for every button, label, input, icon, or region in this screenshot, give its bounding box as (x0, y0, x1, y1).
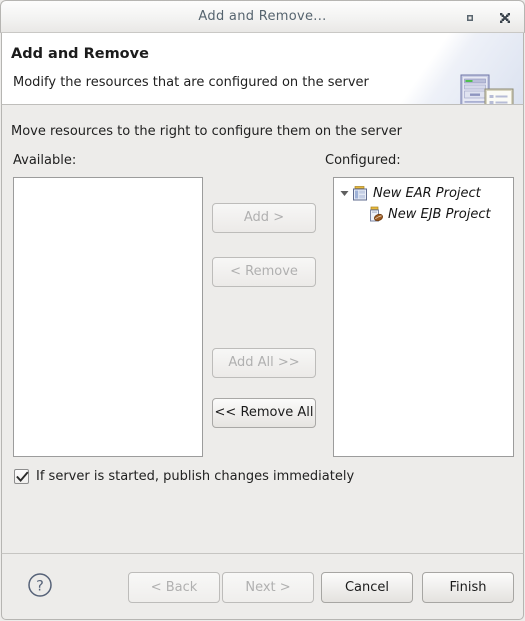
tree-item-ejb-project[interactable]: New EJB Project (334, 204, 513, 225)
page-title: Add and Remove (11, 46, 149, 62)
dialog-body: Move resources to the right to configure… (1, 105, 524, 553)
window-title: Add and Remove... (198, 9, 327, 24)
checkbox-label: If server is started, publish changes im… (36, 469, 355, 484)
back-button[interactable]: < Back (128, 572, 220, 603)
server-and-document-icon (457, 73, 519, 104)
remove-all-button[interactable]: << Remove All (212, 398, 316, 428)
tree-item-label: New EAR Project (373, 186, 481, 201)
finish-button[interactable]: Finish (422, 572, 514, 603)
ear-project-icon (351, 185, 369, 203)
next-button[interactable]: Next > (222, 572, 314, 603)
help-icon[interactable]: ? (27, 572, 53, 598)
add-button[interactable]: Add > (212, 203, 316, 233)
remove-button[interactable]: < Remove (212, 257, 316, 287)
available-list[interactable] (13, 177, 203, 457)
add-all-button[interactable]: Add All >> (212, 348, 316, 378)
instruction-text: Move resources to the right to configure… (11, 124, 402, 139)
maximize-icon[interactable] (463, 11, 477, 25)
checkbox-box[interactable] (14, 469, 29, 484)
add-and-remove-dialog: Add and Remove... Add and Remove Modify … (0, 0, 525, 621)
close-icon[interactable] (498, 11, 512, 25)
dialog-footer: ? < Back Next > Cancel Finish (1, 553, 524, 620)
available-label: Available: (13, 153, 77, 168)
svg-text:?: ? (36, 578, 44, 594)
tree-item-ear-project[interactable]: New EAR Project (334, 183, 513, 204)
chevron-down-icon[interactable] (337, 187, 351, 201)
ejb-project-icon (366, 206, 384, 224)
publish-immediately-checkbox[interactable]: If server is started, publish changes im… (14, 469, 354, 484)
tree-item-label: New EJB Project (388, 207, 491, 222)
cancel-button[interactable]: Cancel (321, 572, 413, 603)
check-icon (16, 471, 29, 483)
page-subtitle: Modify the resources that are configured… (13, 75, 369, 90)
configured-label: Configured: (325, 153, 401, 168)
dialog-header: Add and Remove Modify the resources that… (1, 33, 524, 105)
configured-tree[interactable]: New EAR Project New EJB Project (333, 177, 514, 457)
title-bar: Add and Remove... (0, 0, 525, 33)
